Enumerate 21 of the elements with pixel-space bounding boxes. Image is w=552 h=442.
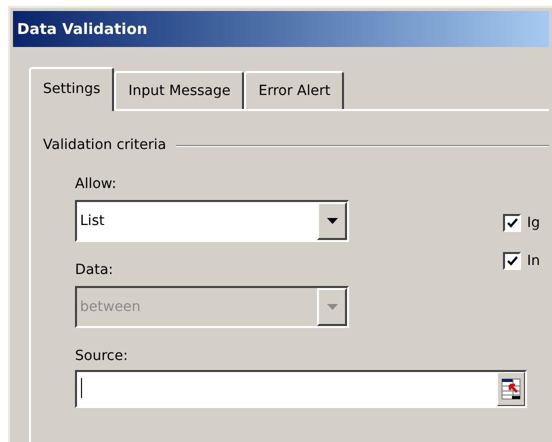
range-select-icon — [501, 378, 521, 400]
field-label: Source: — [75, 347, 129, 366]
tab[interactable]: Settings — [29, 67, 114, 111]
group-title: Validation criteria — [43, 136, 166, 155]
checkbox[interactable] — [503, 252, 521, 270]
check-icon — [506, 256, 518, 266]
checkbox-label: In — [527, 252, 540, 270]
field-label: Data: — [75, 261, 114, 280]
dropdown-arrow-icon — [326, 218, 338, 224]
source-field[interactable] — [75, 370, 527, 408]
text-cursor — [81, 378, 82, 398]
tab[interactable]: Error Alert — [244, 71, 344, 109]
dropdown-arrow-icon — [326, 304, 338, 310]
dropdown[interactable]: List — [75, 200, 349, 242]
checkbox[interactable] — [503, 214, 521, 232]
tab[interactable]: Input Message — [114, 71, 244, 109]
checkbox-label: Ig — [527, 214, 540, 232]
window-title: Data Validation — [17, 18, 148, 40]
check-icon — [506, 218, 518, 228]
range-select-button[interactable] — [497, 372, 525, 406]
field-label: Allow: — [75, 175, 118, 194]
